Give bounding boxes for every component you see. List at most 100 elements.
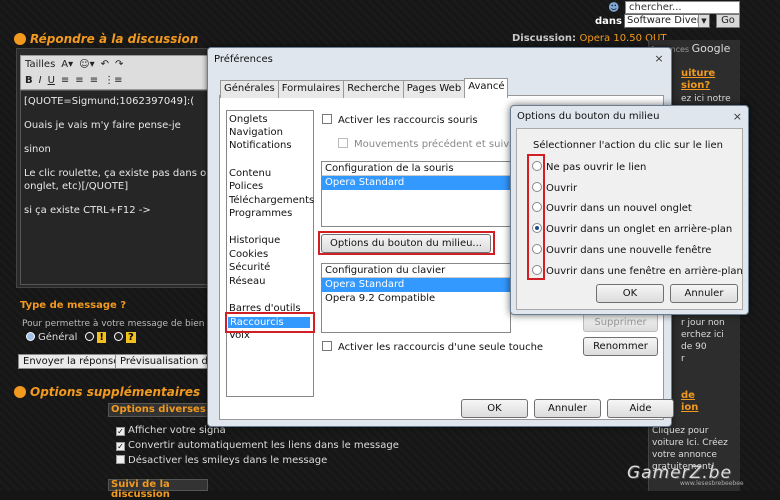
category-item[interactable]: Navigation bbox=[229, 127, 283, 138]
chevron-down-icon[interactable]: ▼ bbox=[698, 15, 709, 27]
tab-forms[interactable]: Formulaires bbox=[277, 80, 345, 98]
ad-link-2[interactable]: de bbox=[681, 390, 695, 401]
ad-link-1b[interactable]: sion? bbox=[681, 80, 710, 91]
radio-option-label: Ouvrir dans un onglet en arrière-plan bbox=[546, 224, 733, 235]
undo-icon[interactable]: ↶ bbox=[101, 59, 109, 70]
category-item[interactable]: Notifications bbox=[229, 140, 292, 151]
category-item[interactable]: Contenu bbox=[229, 168, 271, 179]
category-item[interactable]: Programmes bbox=[229, 208, 292, 219]
radio-option-label: Ouvrir dans une fenêtre en arrière-plan bbox=[546, 266, 743, 277]
rename-button[interactable]: Renommer bbox=[583, 337, 658, 356]
message-textarea[interactable]: [QUOTE=Sigmund;1062397049]:( Ouais je va… bbox=[20, 90, 210, 285]
radio-option-label: Ne pas ouvrir le lien bbox=[546, 162, 647, 173]
ad-link-2b[interactable]: ion bbox=[681, 402, 698, 413]
close-icon[interactable]: × bbox=[653, 53, 665, 65]
radio-option-label: Ouvrir dans une nouvelle fenêtre bbox=[546, 245, 712, 256]
category-item[interactable]: Onglets bbox=[229, 114, 268, 125]
ad-link-1[interactable]: uiture bbox=[681, 68, 715, 79]
message-type-options: Général ! ? bbox=[26, 332, 136, 343]
close-icon[interactable]: × bbox=[733, 110, 742, 123]
radio-icon bbox=[26, 332, 35, 341]
prefs-ok-button[interactable]: OK bbox=[461, 399, 528, 418]
send-reply-button[interactable]: Envoyer la réponse bbox=[18, 354, 125, 369]
category-item[interactable]: Sécurité bbox=[229, 262, 270, 273]
ad-text: votre annonce bbox=[652, 450, 717, 460]
mouse-config-row[interactable]: Opera Standard bbox=[322, 176, 510, 190]
mouse-config-header: Configuration de la souris bbox=[322, 162, 510, 176]
check-single-key-label: Activer les raccourcis d'une seule touch… bbox=[338, 342, 544, 353]
section-bullet-icon bbox=[14, 386, 26, 398]
editor-line: onglet, etc)[/QUOTE] bbox=[24, 181, 129, 192]
radio-general-label: Général bbox=[38, 332, 78, 343]
editor-line: sinon bbox=[24, 144, 51, 155]
reply-section-title: Répondre à la discussion bbox=[14, 32, 198, 46]
keyboard-config-list: Configuration du clavier Opera Standard … bbox=[321, 263, 511, 333]
middle-ok-button[interactable]: OK bbox=[596, 284, 664, 303]
user-icon: ☻ bbox=[608, 1, 620, 14]
align-center-icon[interactable]: ≡ bbox=[75, 75, 83, 86]
category-item[interactable]: Téléchargements bbox=[229, 195, 314, 206]
radio-question[interactable]: ? bbox=[113, 332, 136, 343]
smiley-icon[interactable]: ☺▾ bbox=[79, 59, 94, 70]
check-single-key[interactable]: Activer les raccourcis d'une seule touch… bbox=[322, 341, 543, 353]
category-item[interactable]: Historique bbox=[229, 235, 280, 246]
tab-webpages[interactable]: Pages Web bbox=[402, 80, 466, 98]
radio-option-label: Ouvrir bbox=[546, 183, 578, 194]
checkbox-icon bbox=[116, 455, 125, 464]
highlight-box bbox=[527, 154, 545, 280]
radio-option[interactable]: Ouvrir dans un onglet en arrière-plan bbox=[532, 223, 732, 235]
prefs-help-button[interactable]: Aide bbox=[607, 399, 674, 418]
discussion-label-text: Discussion: bbox=[512, 33, 577, 44]
check-links[interactable]: ✓ Convertir automatiquement les liens dan… bbox=[116, 440, 399, 451]
section-bullet-icon bbox=[14, 33, 26, 45]
search-input[interactable]: chercher... bbox=[625, 1, 740, 14]
editor-line: Le clic roulette, ça existe pas dans ope bbox=[24, 168, 210, 179]
align-right-icon[interactable]: ≡ bbox=[90, 75, 98, 86]
highlight-box bbox=[318, 231, 495, 255]
search-scope-select[interactable]: Software Divers ▼ bbox=[624, 14, 710, 28]
category-item[interactable]: Cookies bbox=[229, 249, 268, 260]
radio-important[interactable]: ! bbox=[85, 332, 106, 343]
keyboard-config-header: Configuration du clavier bbox=[322, 264, 510, 278]
exclamation-icon: ! bbox=[97, 332, 106, 343]
font-size-select[interactable]: Tailles bbox=[25, 59, 55, 70]
radio-option[interactable]: Ouvrir dans une nouvelle fenêtre bbox=[532, 244, 711, 256]
delete-button[interactable]: Supprimer bbox=[583, 313, 658, 332]
go-button[interactable]: Go bbox=[716, 14, 740, 28]
keyboard-config-row[interactable]: Opera Standard bbox=[322, 278, 510, 292]
underline-button[interactable]: U bbox=[48, 75, 55, 86]
checkbox-icon bbox=[338, 138, 348, 148]
radio-option[interactable]: Ouvrir dans un nouvel onglet bbox=[532, 202, 692, 214]
category-item[interactable]: Réseau bbox=[229, 276, 265, 287]
text-color-icon[interactable]: A▾ bbox=[61, 59, 73, 70]
category-item[interactable]: Polices bbox=[229, 181, 263, 192]
radio-option[interactable]: Ne pas ouvrir le lien bbox=[532, 161, 646, 173]
check-mouse-shortcuts[interactable]: Activer les raccourcis souris bbox=[322, 114, 478, 126]
radio-general[interactable]: Général bbox=[26, 332, 77, 343]
bold-button[interactable]: B bbox=[25, 75, 33, 86]
tab-general[interactable]: Générales bbox=[220, 80, 279, 98]
check-smileys[interactable]: Désactiver les smileys dans le message bbox=[116, 455, 327, 466]
message-type-desc: Pour permettre à votre message de bien r… bbox=[22, 319, 217, 329]
redo-icon[interactable]: ↷ bbox=[115, 59, 123, 70]
italic-button[interactable]: I bbox=[39, 75, 42, 86]
middle-dialog-prompt: Sélectionner l'action du clic sur le lie… bbox=[533, 140, 723, 151]
dans-label: dans bbox=[595, 16, 622, 27]
radio-option[interactable]: Ouvrir dans une fenêtre en arrière-plan bbox=[532, 265, 743, 277]
ad-text: r jour non bbox=[681, 318, 725, 328]
tab-advanced[interactable]: Avancé bbox=[464, 78, 509, 98]
prefs-cancel-button[interactable]: Annuler bbox=[534, 399, 601, 418]
align-left-icon[interactable]: ≡ bbox=[61, 75, 69, 86]
middle-cancel-button[interactable]: Annuler bbox=[670, 284, 738, 303]
preview-button[interactable]: Prévisualisation du bbox=[115, 354, 208, 369]
keyboard-config-row[interactable]: Opera 9.2 Compatible bbox=[322, 292, 510, 306]
ad-text: ez ici notre bbox=[681, 94, 731, 104]
list-icon[interactable]: ⋮≡ bbox=[104, 75, 122, 86]
editor-line: [QUOTE=Sigmund;1062397049]:( bbox=[24, 96, 195, 107]
highlight-box bbox=[225, 312, 315, 333]
radio-icon bbox=[85, 332, 95, 341]
ad-text: erchez ici bbox=[681, 330, 724, 340]
tab-search[interactable]: Recherche bbox=[343, 80, 404, 98]
preferences-tabs: Générales Formulaires Recherche Pages We… bbox=[220, 78, 509, 98]
message-type-title: Type de message ? bbox=[20, 300, 127, 311]
